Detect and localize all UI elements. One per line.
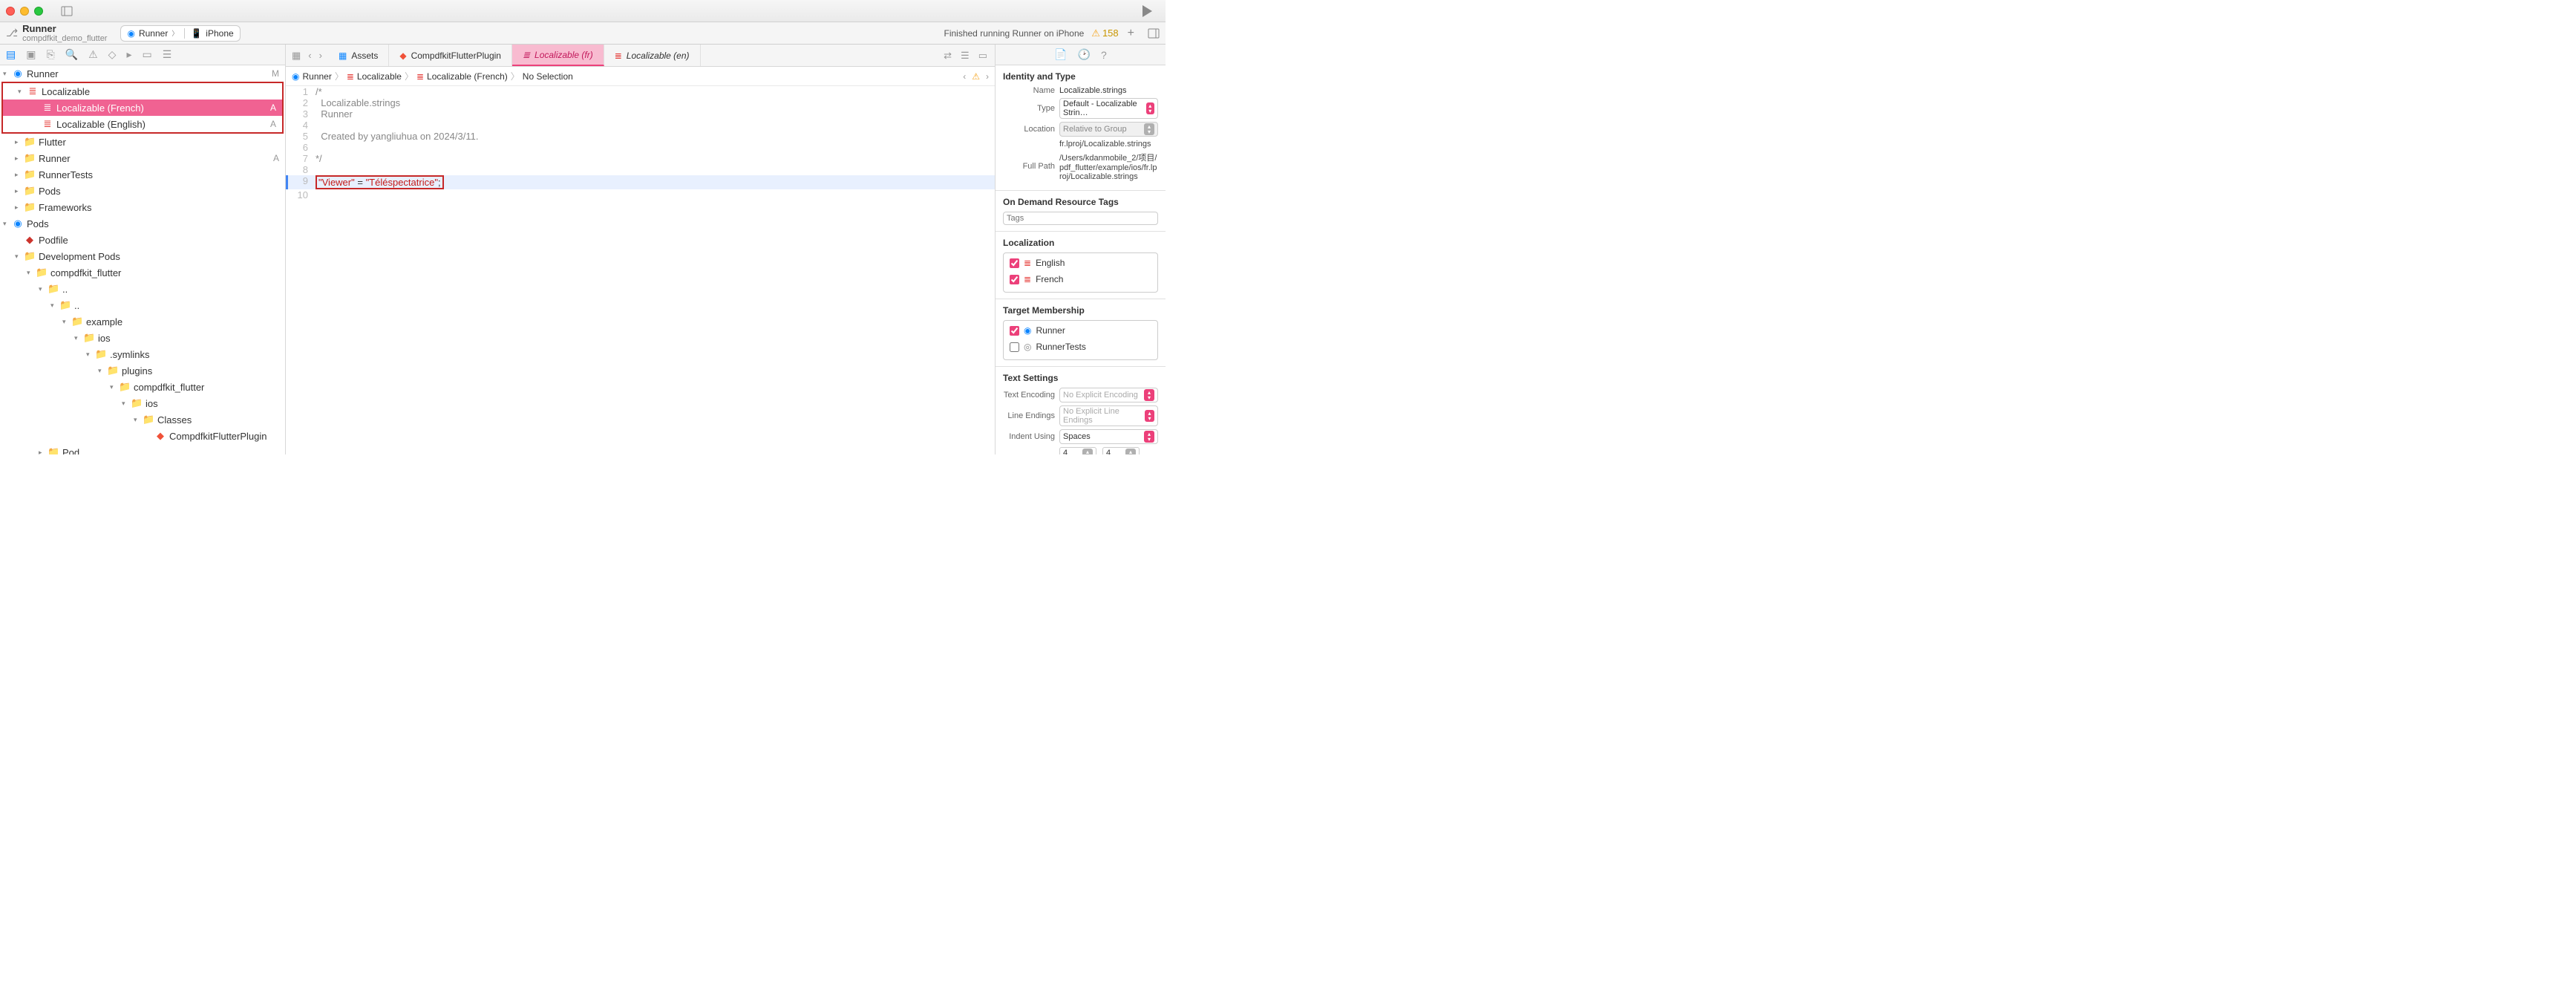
indent-width-input[interactable]: 4▴▾ <box>1102 447 1140 454</box>
sidebar-toggle-icon[interactable] <box>61 5 73 17</box>
scheme-bar: ⎇ Runner compdfkit_demo_flutter ◉Runner〉… <box>0 22 1166 45</box>
history-inspector-icon[interactable]: 🕑 <box>1078 48 1091 61</box>
line-endings-select[interactable]: No Explicit Line Endings▴▾ <box>1059 405 1158 426</box>
nav-plugin-file[interactable]: ◆CompdfkitFlutterPlugin <box>0 428 285 444</box>
target-membership-title: Target Membership <box>1003 305 1158 316</box>
target-runner-row[interactable]: ◉Runner <box>1007 324 1154 337</box>
nav-ios-1[interactable]: ▾📁ios <box>0 330 285 346</box>
bookmark-nav-icon[interactable]: ⎘ <box>46 48 54 61</box>
breadcrumb[interactable]: ◉Runner〉 ≣Localizable〉 ≣Localizable (Fre… <box>286 67 995 86</box>
file-name-value: Localizable.strings <box>1059 86 1158 95</box>
recent-files-icon[interactable]: ▦ <box>292 50 301 62</box>
nav-frameworks[interactable]: ▸📁Frameworks <box>0 199 285 215</box>
encoding-select[interactable]: No Explicit Encoding▴▾ <box>1059 388 1158 402</box>
scheme-title: Runner <box>22 23 107 34</box>
full-path: /Users/kdanmobile_2/项目/pdf_flutter/examp… <box>1059 151 1158 181</box>
issue-nav-icon[interactable]: ⚠ <box>88 48 98 61</box>
text-settings-title: Text Settings <box>1003 373 1158 383</box>
nav-compdfkit-flutter-2[interactable]: ▾📁compdfkit_flutter <box>0 379 285 395</box>
nav-symlinks[interactable]: ▾📁.symlinks <box>0 346 285 362</box>
tags-input[interactable] <box>1003 212 1158 225</box>
minimize-window[interactable] <box>20 7 29 16</box>
tab-width-input[interactable]: 4▴▾ <box>1059 447 1096 454</box>
debug-nav-icon[interactable]: ▸ <box>126 48 131 61</box>
nav-dotdot-1[interactable]: ▾📁.. <box>0 281 285 297</box>
nav-runner[interactable]: ▸📁RunnerA <box>0 150 285 166</box>
nav-pods-project[interactable]: ▾◉Pods <box>0 215 285 232</box>
nav-pod[interactable]: ▸📁Pod <box>0 444 285 454</box>
tab-localizable-en[interactable]: ≣Localizable (en) <box>604 45 701 66</box>
find-nav-icon[interactable]: 🔍 <box>65 48 78 61</box>
location-path: fr.lproj/Localizable.strings <box>1059 140 1158 149</box>
identity-title: Identity and Type <box>1003 71 1158 82</box>
nav-podfile[interactable]: ◆Podfile <box>0 232 285 248</box>
tab-localizable-fr[interactable]: ≣Localizable (fr) <box>512 45 604 66</box>
localization-title: Localization <box>1003 238 1158 248</box>
window-controls <box>6 7 43 16</box>
scheme-device: iPhone <box>206 28 233 39</box>
file-type-select[interactable]: Default - Localizable Strin…▴▾ <box>1059 98 1158 119</box>
run-button[interactable] <box>1142 5 1152 17</box>
nav-flutter[interactable]: ▸📁Flutter <box>0 134 285 150</box>
nav-forward-icon[interactable]: › <box>319 50 322 61</box>
source-control-nav-icon[interactable]: ▣ <box>26 48 36 61</box>
editor-review-icon[interactable]: ⇄ <box>944 50 952 62</box>
close-window[interactable] <box>6 7 15 16</box>
project-navigator: ▾◉RunnerM ▾≣Localizable ≣Localizable (Fr… <box>0 65 285 454</box>
nav-dotdot-2[interactable]: ▾📁.. <box>0 297 285 313</box>
highlight-annotation-code: "Viewer" = "Téléspectatrice"; <box>316 175 444 189</box>
nav-project-root[interactable]: ▾◉RunnerM <box>0 65 285 82</box>
warnings-indicator[interactable]: ⚠158 <box>1091 27 1118 39</box>
nav-classes[interactable]: ▾📁Classes <box>0 411 285 428</box>
nav-pods-folder[interactable]: ▸📁Pods <box>0 183 285 199</box>
test-nav-icon[interactable]: ◇ <box>108 48 117 61</box>
loc-french-row[interactable]: ≣French <box>1007 273 1154 286</box>
crumb-next-icon[interactable]: › <box>986 71 989 82</box>
build-status: Finished running Runner on iPhone <box>944 28 1085 39</box>
indent-using-select[interactable]: Spaces▴▾ <box>1059 429 1158 444</box>
breakpoint-nav-icon[interactable]: ▭ <box>142 48 151 61</box>
location-select[interactable]: Relative to Group▴▾ <box>1059 122 1158 137</box>
crumb-prev-icon[interactable]: ‹ <box>963 71 966 82</box>
tab-plugin[interactable]: ◆CompdfkitFlutterPlugin <box>389 45 512 66</box>
target-tests-row[interactable]: ◎RunnerTests <box>1007 340 1154 353</box>
editor-layout-icon[interactable]: ▭ <box>978 50 987 62</box>
nav-plugins[interactable]: ▾📁plugins <box>0 362 285 379</box>
project-nav-icon[interactable]: ▤ <box>6 48 16 61</box>
crumb-warn-icon[interactable]: ⚠ <box>972 71 980 82</box>
nav-ios-2[interactable]: ▾📁ios <box>0 395 285 411</box>
add-tab-button[interactable]: + <box>1128 27 1134 40</box>
nav-dev-pods[interactable]: ▾📁Development Pods <box>0 248 285 264</box>
branch-icon: ⎇ <box>6 27 18 39</box>
nav-localizable-group[interactable]: ▾≣Localizable <box>3 83 282 100</box>
loc-english-row[interactable]: ≣English <box>1007 256 1154 270</box>
help-inspector-icon[interactable]: ? <box>1101 49 1107 61</box>
editor-options-icon[interactable]: ☰ <box>961 50 970 62</box>
code-editor[interactable]: 1/* 2 Localizable.strings 3 Runner 4 5 C… <box>286 86 995 454</box>
tab-assets[interactable]: ▦Assets <box>328 45 389 66</box>
editor-tabs: ▦ ‹ › ▦Assets ◆CompdfkitFlutterPlugin ≣L… <box>286 45 995 67</box>
highlight-annotation: ▾≣Localizable ≣Localizable (French)A ≣Lo… <box>1 82 284 134</box>
navigator-selector-bar: ▤ ▣ ⎘ 🔍 ⚠ ◇ ▸ ▭ ☰ <box>0 45 285 65</box>
nav-compdfkit-flutter[interactable]: ▾📁compdfkit_flutter <box>0 264 285 281</box>
nav-example[interactable]: ▾📁example <box>0 313 285 330</box>
zoom-window[interactable] <box>34 7 43 16</box>
scheme-selector[interactable]: ◉Runner〉 📱iPhone <box>120 25 240 42</box>
nav-localizable-en[interactable]: ≣Localizable (English)A <box>3 116 282 132</box>
scheme-target: Runner <box>139 28 168 39</box>
nav-back-icon[interactable]: ‹ <box>308 50 311 61</box>
nav-runner-tests[interactable]: ▸📁RunnerTests <box>0 166 285 183</box>
tags-title: On Demand Resource Tags <box>1003 197 1158 207</box>
scheme-subtitle: compdfkit_demo_flutter <box>22 34 107 43</box>
inspector: 📄 🕑 ? Identity and Type NameLocalizable.… <box>995 45 1166 454</box>
file-inspector-icon[interactable]: 📄 <box>1054 48 1067 61</box>
titlebar <box>0 0 1166 22</box>
inspector-toggle-icon[interactable] <box>1148 27 1160 39</box>
report-nav-icon[interactable]: ☰ <box>163 48 172 61</box>
nav-localizable-fr[interactable]: ≣Localizable (French)A <box>3 100 282 116</box>
